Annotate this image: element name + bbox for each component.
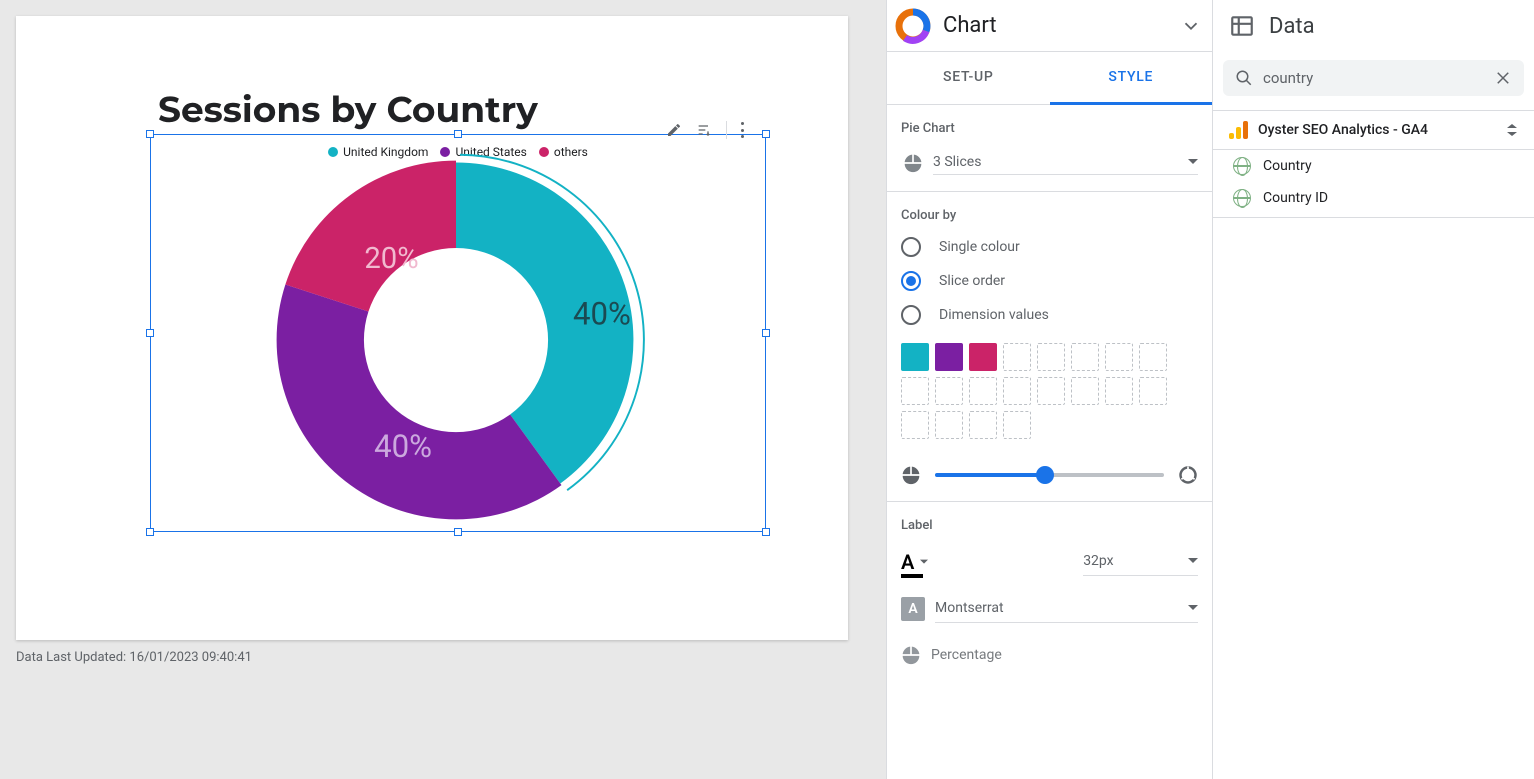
swatch-empty[interactable] — [969, 411, 997, 439]
swatch-empty[interactable] — [969, 377, 997, 405]
section-title: Label — [901, 518, 1198, 533]
search-icon — [1235, 69, 1253, 87]
sort-icon[interactable] — [696, 122, 712, 138]
search-input[interactable] — [1263, 69, 1484, 87]
data-header: Data — [1213, 0, 1534, 52]
swatch-empty[interactable] — [1003, 411, 1031, 439]
section-colour-by: Colour by Single colour Slice order Dime… — [887, 192, 1212, 502]
ga-logo-icon — [1229, 121, 1248, 139]
globe-icon — [1233, 157, 1251, 175]
data-panel: Data Oyster SEO Analytics - GA4 Country … — [1212, 0, 1534, 779]
swatch-empty[interactable] — [1071, 377, 1099, 405]
kebab-icon[interactable] — [741, 122, 757, 138]
donut-chart-icon — [893, 6, 933, 46]
slice-label-uk: 40% — [573, 295, 631, 332]
swatch-empty[interactable] — [901, 377, 929, 405]
chart-toolbar — [666, 121, 757, 139]
resize-handle[interactable] — [454, 130, 462, 138]
swatch-empty[interactable] — [1037, 343, 1065, 371]
data-header-title: Data — [1269, 14, 1315, 39]
colour-swatches — [901, 343, 1191, 439]
globe-icon — [1233, 189, 1251, 207]
swatch-empty[interactable] — [1105, 377, 1133, 405]
font-colour-button[interactable]: A — [901, 550, 928, 574]
swatch-empty[interactable] — [1139, 343, 1167, 371]
caret-down-icon — [1188, 603, 1198, 613]
tab-style[interactable]: STYLE — [1050, 52, 1213, 105]
resize-handle[interactable] — [762, 528, 770, 536]
collapse-icon[interactable] — [1506, 123, 1518, 137]
data-last-updated: Data Last Updated: 16/01/2023 09:40:41 — [16, 650, 252, 665]
swatch-empty[interactable] — [1003, 343, 1031, 371]
chart-type-label: Chart — [943, 13, 1180, 38]
chevron-down-icon[interactable] — [1180, 15, 1202, 37]
donut-chart[interactable]: 40% 40% 20% — [261, 145, 651, 535]
font-family-icon: A — [901, 597, 925, 621]
canvas-page[interactable]: Sessions by Country United Kingdom Unite… — [16, 16, 848, 640]
font-size-select[interactable]: 32px — [1083, 547, 1198, 576]
separator — [726, 121, 727, 139]
field-country[interactable]: Country — [1213, 150, 1534, 182]
slider-track[interactable] — [935, 473, 1164, 477]
slice-label-others: 20% — [364, 242, 418, 276]
resize-handle[interactable] — [146, 130, 154, 138]
donut-outline-icon — [1178, 465, 1198, 485]
resize-handle[interactable] — [146, 329, 154, 337]
pie-icon — [901, 645, 921, 665]
section-pie-chart: Pie Chart 3 Slices — [887, 105, 1212, 192]
chart-config-sidebar: Chart SET-UP STYLE Pie Chart 3 Slices Co… — [886, 0, 1212, 779]
clear-search-icon[interactable] — [1494, 69, 1512, 87]
tab-setup[interactable]: SET-UP — [887, 52, 1050, 104]
slider-thumb[interactable] — [1036, 466, 1054, 484]
section-title: Pie Chart — [901, 121, 1198, 136]
resize-handle[interactable] — [146, 528, 154, 536]
data-icon — [1229, 13, 1255, 39]
radio-dimension-values[interactable]: Dimension values — [901, 305, 1198, 325]
data-search[interactable] — [1223, 60, 1524, 96]
radio-single-colour[interactable]: Single colour — [901, 237, 1198, 257]
swatch[interactable] — [901, 343, 929, 371]
canvas-area[interactable]: Sessions by Country United Kingdom Unite… — [0, 0, 886, 779]
swatch-empty[interactable] — [1071, 343, 1099, 371]
swatch-empty[interactable] — [1003, 377, 1031, 405]
donut-hole-slider[interactable] — [901, 465, 1198, 485]
swatch-empty[interactable] — [935, 377, 963, 405]
resize-handle[interactable] — [762, 329, 770, 337]
chart-type-selector[interactable]: Chart — [887, 0, 1212, 52]
data-source-name: Oyster SEO Analytics - GA4 — [1258, 122, 1496, 138]
pie-icon — [903, 153, 923, 173]
chart-widget[interactable]: United Kingdom United States others 40% — [150, 134, 766, 532]
swatch-empty[interactable] — [901, 411, 929, 439]
swatch-empty[interactable] — [1037, 377, 1065, 405]
swatch-empty[interactable] — [1105, 343, 1133, 371]
chart-title[interactable]: Sessions by Country — [158, 88, 538, 132]
data-source-row[interactable]: Oyster SEO Analytics - GA4 — [1213, 110, 1534, 150]
config-tabs: SET-UP STYLE — [887, 52, 1212, 105]
label-display-mode[interactable]: Percentage — [931, 647, 1002, 663]
section-title: Colour by — [901, 208, 1198, 223]
resize-handle[interactable] — [762, 130, 770, 138]
font-family-select[interactable]: Montserrat — [935, 594, 1198, 623]
pencil-icon[interactable] — [666, 122, 682, 138]
field-country-id[interactable]: Country ID — [1213, 182, 1534, 218]
slice-label-us: 40% — [374, 428, 432, 465]
pie-solid-icon — [901, 465, 921, 485]
swatch-empty[interactable] — [935, 411, 963, 439]
slices-dropdown[interactable]: 3 Slices — [933, 150, 1198, 175]
swatch[interactable] — [969, 343, 997, 371]
caret-down-icon — [920, 558, 928, 566]
section-label: Label A 32px A Montserrat — [887, 502, 1212, 681]
caret-down-icon — [1188, 556, 1198, 566]
radio-slice-order[interactable]: Slice order — [901, 271, 1198, 291]
caret-down-icon — [1188, 157, 1198, 167]
swatch[interactable] — [935, 343, 963, 371]
swatch-empty[interactable] — [1139, 377, 1167, 405]
